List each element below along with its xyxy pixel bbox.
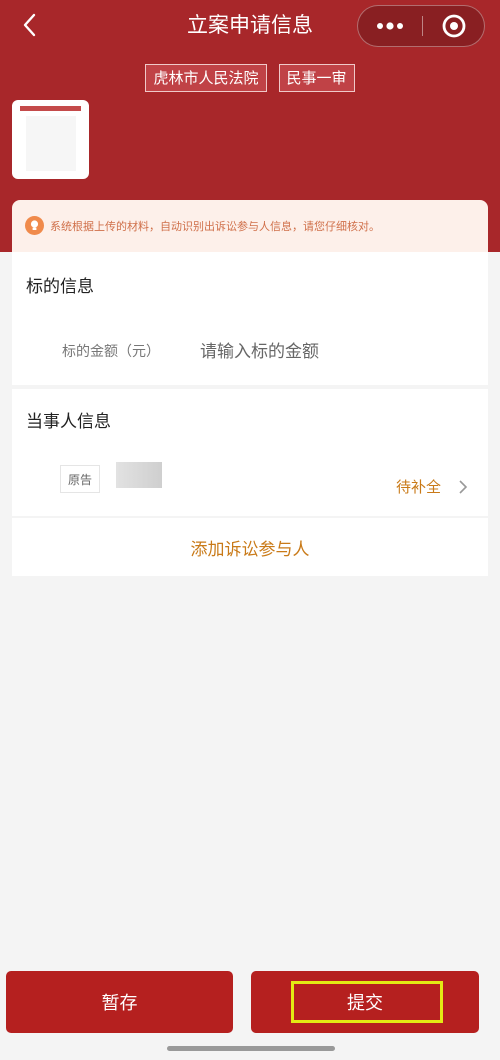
amount-label: 标的金额（元） (62, 344, 160, 360)
back-button[interactable] (14, 10, 44, 40)
save-draft-button[interactable]: 暂存 (6, 971, 233, 1033)
more-dots-icon (377, 22, 403, 30)
plaintiff-role-tag: 原告 (60, 465, 100, 493)
case-tags: 虎林市人民法院 民事一审 (0, 64, 500, 92)
mini-program-capsule (357, 5, 485, 47)
court-tag: 虎林市人民法院 (145, 64, 267, 92)
add-party-button[interactable]: 添加诉讼参与人 (12, 518, 488, 576)
close-mini-program-button[interactable] (423, 6, 485, 46)
chevron-left-icon (23, 13, 36, 37)
party-section-title: 当事人信息 (26, 412, 111, 432)
party-status[interactable]: 待补全 (396, 476, 441, 497)
submit-button[interactable]: 提交 (251, 971, 479, 1033)
notice-text: 系统根据上传的材料，自动识别出诉讼参与人信息，请您仔细核对。 (50, 220, 380, 233)
more-button[interactable] (358, 6, 422, 46)
party-name-redacted (116, 462, 162, 488)
home-indicator (167, 1046, 335, 1051)
amount-input[interactable]: 请输入标的金额 (200, 337, 319, 362)
lightbulb-icon (25, 216, 44, 235)
subject-section-title: 标的信息 (26, 277, 94, 297)
add-party-card: 添加诉讼参与人 (12, 518, 488, 576)
thumbnail-header (20, 106, 81, 111)
notice-banner: 系统根据上传的材料，自动识别出诉讼参与人信息，请您仔细核对。 (12, 200, 488, 252)
target-icon (442, 14, 466, 38)
thumbnail-page (26, 116, 76, 171)
case-type-tag: 民事一审 (278, 64, 355, 92)
document-thumbnail[interactable] (12, 100, 89, 179)
subject-info-card: 标的信息 (12, 252, 488, 385)
chevron-right-icon[interactable] (458, 480, 468, 494)
